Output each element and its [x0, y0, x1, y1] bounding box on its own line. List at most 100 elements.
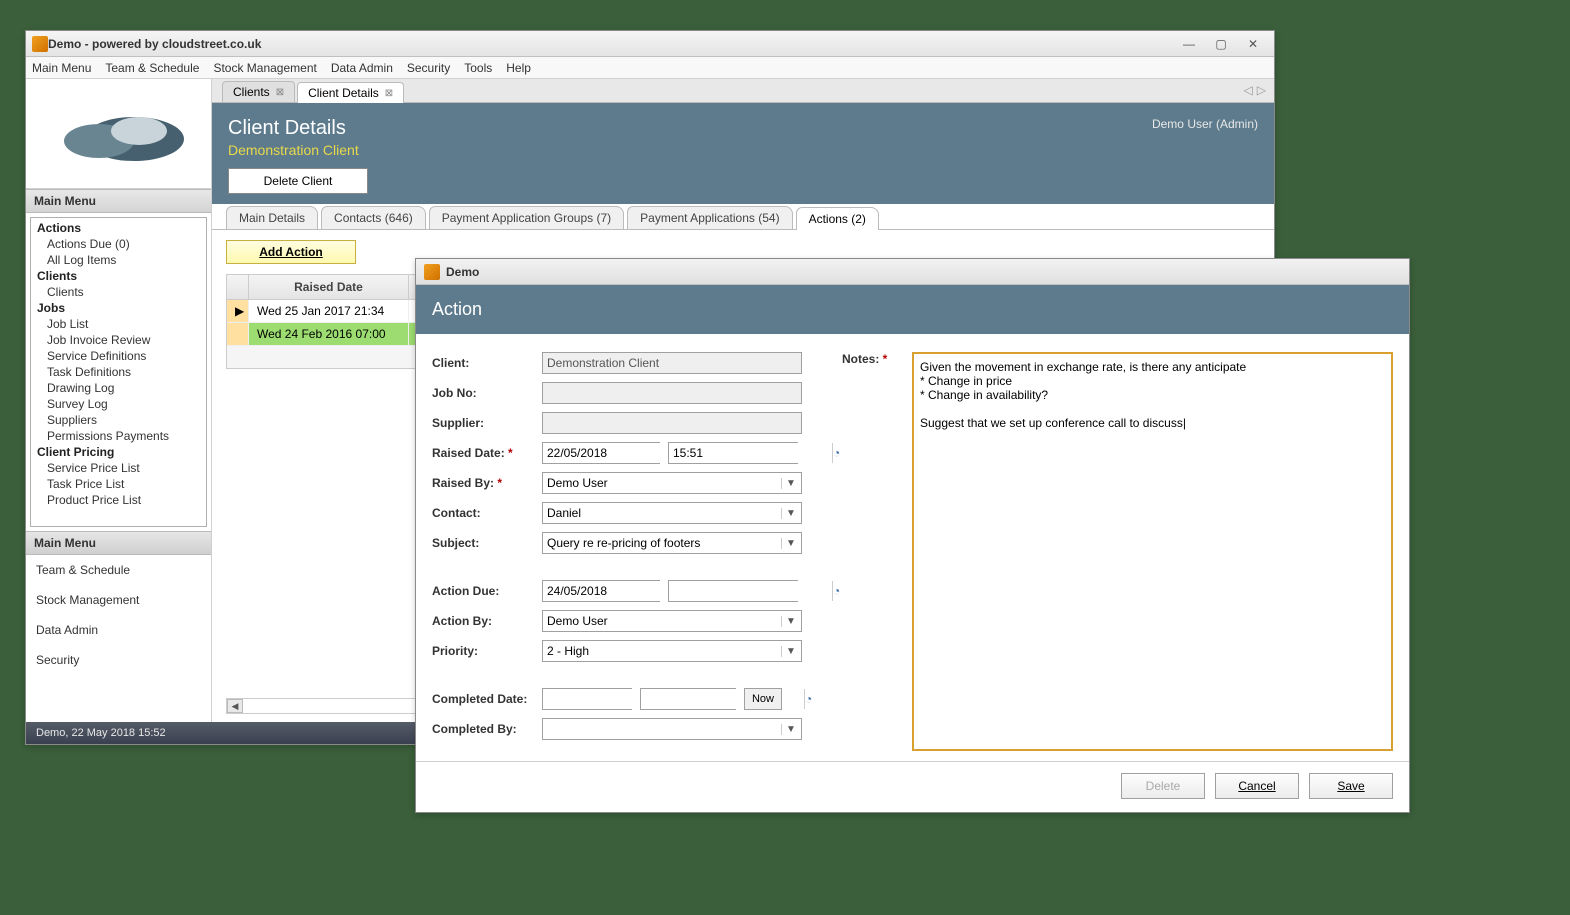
- tree-category[interactable]: Jobs: [31, 300, 206, 316]
- cell-raised-date: Wed 25 Jan 2017 21:34: [249, 300, 409, 322]
- delete-client-button[interactable]: Delete Client: [228, 168, 368, 194]
- tree-item[interactable]: Task Definitions: [31, 364, 206, 380]
- dialog-title-bar: Demo: [416, 259, 1409, 285]
- tree-item[interactable]: Drawing Log: [31, 380, 206, 396]
- menu-team[interactable]: Team & Schedule: [105, 61, 199, 75]
- subtab[interactable]: Main Details: [226, 206, 318, 229]
- app-icon: [32, 36, 48, 52]
- priority-select[interactable]: 2 - High▼: [542, 640, 802, 662]
- dialog-title: Demo: [446, 265, 479, 279]
- row-indicator: [227, 323, 249, 345]
- detail-tabs: Main DetailsContacts (646)Payment Applic…: [212, 204, 1274, 230]
- client-name: Demonstration Client: [228, 142, 359, 158]
- close-icon[interactable]: ✕: [1242, 36, 1264, 52]
- tree-item[interactable]: Permissions Payments: [31, 428, 206, 444]
- add-action-button[interactable]: Add Action: [226, 240, 356, 264]
- nav-section-main[interactable]: Main Menu: [26, 531, 211, 555]
- tree-item[interactable]: Task Price List: [31, 476, 206, 492]
- tree-item[interactable]: All Log Items: [31, 252, 206, 268]
- subtab[interactable]: Payment Applications (54): [627, 206, 792, 229]
- scroll-left-icon[interactable]: ◀: [227, 699, 243, 713]
- action-form: Client: Job No: Supplier: Raised Date: *…: [432, 352, 812, 751]
- chevron-down-icon: ▼: [781, 616, 797, 627]
- nav-stock[interactable]: Stock Management: [26, 585, 211, 615]
- menu-tools[interactable]: Tools: [464, 61, 492, 75]
- tree-item[interactable]: Clients: [31, 284, 206, 300]
- tree-item[interactable]: Survey Log: [31, 396, 206, 412]
- tree-category[interactable]: Client Pricing: [31, 444, 206, 460]
- app-icon: [424, 264, 440, 280]
- jobno-field: [542, 382, 802, 404]
- cloud-logo-icon: [44, 99, 194, 169]
- page-header: Client Details Demonstration Client Demo…: [212, 103, 1274, 204]
- nav-security[interactable]: Security: [26, 645, 211, 675]
- subtab[interactable]: Payment Application Groups (7): [429, 206, 624, 229]
- subtab[interactable]: Contacts (646): [321, 206, 426, 229]
- raised-by-label: Raised By: *: [432, 476, 542, 490]
- tab-close-icon[interactable]: ⊠: [385, 88, 393, 99]
- raised-time-field[interactable]: ◔: [668, 442, 798, 464]
- action-due-time-field[interactable]: ◔: [668, 580, 798, 602]
- action-due-label: Action Due:: [432, 584, 542, 598]
- nav-tree[interactable]: ActionsActions Due (0)All Log ItemsClien…: [30, 217, 207, 527]
- raised-date-field[interactable]: ▼: [542, 442, 660, 464]
- priority-label: Priority:: [432, 644, 542, 658]
- subject-select[interactable]: Query re re-pricing of footers▼: [542, 532, 802, 554]
- menu-stock[interactable]: Stock Management: [213, 61, 316, 75]
- tree-item[interactable]: Job List: [31, 316, 206, 332]
- tab-close-icon[interactable]: ⊠: [276, 87, 284, 98]
- action-due-date-field[interactable]: ▼: [542, 580, 660, 602]
- minimize-icon[interactable]: —: [1178, 36, 1200, 52]
- cancel-button[interactable]: Cancel: [1215, 773, 1299, 799]
- jobno-label: Job No:: [432, 386, 542, 400]
- clock-icon: ◔: [804, 689, 812, 709]
- tree-item[interactable]: Suppliers: [31, 412, 206, 428]
- menu-bar: Main Menu Team & Schedule Stock Manageme…: [26, 57, 1274, 79]
- menu-main[interactable]: Main Menu: [32, 61, 91, 75]
- tree-item[interactable]: Service Definitions: [31, 348, 206, 364]
- completed-time-field[interactable]: ◔: [640, 688, 736, 710]
- chevron-down-icon: ▼: [781, 646, 797, 657]
- tree-item[interactable]: Product Price List: [31, 492, 206, 508]
- tree-category[interactable]: Actions: [31, 220, 206, 236]
- maximize-icon[interactable]: ▢: [1210, 36, 1232, 52]
- title-bar: Demo - powered by cloudstreet.co.uk — ▢ …: [26, 31, 1274, 57]
- completed-date-label: Completed Date:: [432, 692, 542, 706]
- tree-category[interactable]: Clients: [31, 268, 206, 284]
- save-button[interactable]: Save: [1309, 773, 1393, 799]
- nav-team[interactable]: Team & Schedule: [26, 555, 211, 585]
- raised-by-select[interactable]: Demo User▼: [542, 472, 802, 494]
- tree-item[interactable]: Actions Due (0): [31, 236, 206, 252]
- notes-textarea[interactable]: [912, 352, 1393, 751]
- col-raised-date[interactable]: Raised Date: [249, 275, 409, 299]
- completed-date-field[interactable]: ▼: [542, 688, 632, 710]
- action-dialog: Demo Action Client: Job No: Supplier: Ra…: [415, 258, 1410, 813]
- raised-date-label: Raised Date: *: [432, 446, 542, 460]
- current-user: Demo User (Admin): [1152, 117, 1258, 131]
- dialog-footer: Delete Cancel Save: [416, 761, 1409, 809]
- nav-data-admin[interactable]: Data Admin: [26, 615, 211, 645]
- completed-by-select[interactable]: ▼: [542, 718, 802, 740]
- tab-next-icon[interactable]: ▷: [1257, 83, 1266, 97]
- action-by-select[interactable]: Demo User▼: [542, 610, 802, 632]
- tab-clients[interactable]: Clients⊠: [222, 81, 295, 102]
- tree-item[interactable]: Job Invoice Review: [31, 332, 206, 348]
- menu-help[interactable]: Help: [506, 61, 531, 75]
- chevron-down-icon: ▼: [781, 538, 797, 549]
- chevron-down-icon: ▼: [781, 508, 797, 519]
- tab-prev-icon[interactable]: ◁: [1244, 83, 1253, 97]
- tree-item[interactable]: Service Price List: [31, 460, 206, 476]
- clock-icon: ◔: [832, 581, 840, 601]
- contact-select[interactable]: Daniel▼: [542, 502, 802, 524]
- client-label: Client:: [432, 356, 542, 370]
- delete-button: Delete: [1121, 773, 1205, 799]
- now-button[interactable]: Now: [744, 688, 782, 710]
- tab-client-details[interactable]: Client Details⊠: [297, 82, 404, 103]
- subject-label: Subject:: [432, 536, 542, 550]
- action-by-label: Action By:: [432, 614, 542, 628]
- subtab[interactable]: Actions (2): [796, 207, 879, 230]
- completed-by-label: Completed By:: [432, 722, 542, 736]
- contact-label: Contact:: [432, 506, 542, 520]
- menu-security[interactable]: Security: [407, 61, 450, 75]
- menu-data-admin[interactable]: Data Admin: [331, 61, 393, 75]
